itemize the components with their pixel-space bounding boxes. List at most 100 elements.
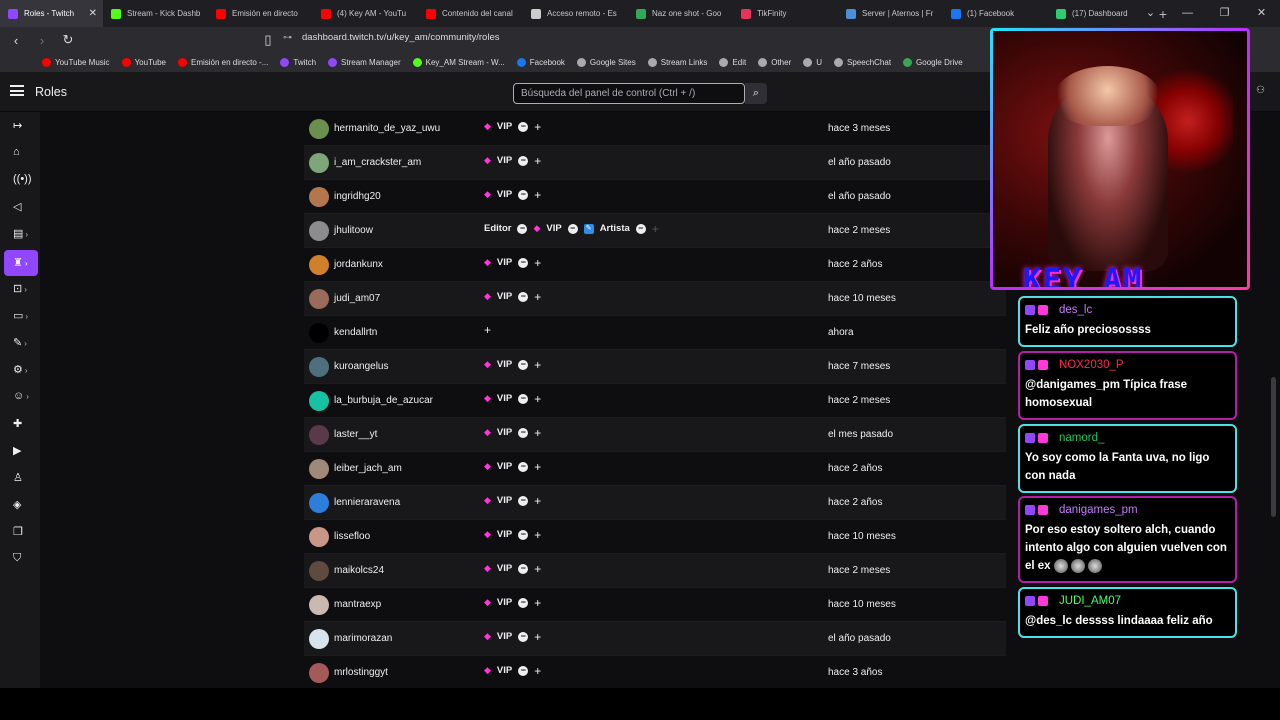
username[interactable]: marimorazan — [334, 633, 392, 644]
avatar[interactable] — [309, 425, 329, 445]
username[interactable]: la_burbuja_de_azucar — [334, 395, 433, 406]
username[interactable]: jordankunx — [334, 259, 383, 270]
avatar[interactable] — [309, 221, 329, 241]
username[interactable]: laster__yt — [334, 429, 377, 440]
remove-role-icon[interactable]: − — [518, 563, 529, 574]
username[interactable]: jhulitoow — [334, 225, 373, 236]
bookmark-item[interactable]: U — [799, 58, 826, 67]
username[interactable]: mantraexp — [334, 599, 381, 610]
browser-tab[interactable]: Roles - Twitch ✕ — [0, 0, 103, 27]
bookmark-item[interactable]: SpeechChat — [830, 58, 895, 67]
bookmark-item[interactable]: Other — [754, 58, 795, 67]
username[interactable]: lissefloo — [334, 531, 370, 542]
scrollbar[interactable] — [1268, 112, 1280, 688]
username[interactable]: hermanito_de_yaz_uwu — [334, 123, 440, 134]
remove-role-icon[interactable]: − — [567, 223, 578, 234]
add-role-icon[interactable]: + — [534, 155, 541, 167]
add-user-icon[interactable]: ✚ — [13, 417, 29, 433]
scrollbar-thumb[interactable] — [1271, 377, 1276, 517]
analytics-icon[interactable]: ▤ › — [13, 227, 29, 243]
extensions-icon[interactable]: ◈ — [13, 498, 29, 514]
shield-icon[interactable]: ⛉ — [13, 552, 29, 568]
add-role-icon[interactable]: + — [534, 393, 541, 405]
megaphone-icon[interactable]: ◁ — [13, 200, 29, 216]
extension-icon[interactable]: ⚇ — [1256, 85, 1270, 99]
username[interactable]: judi_am07 — [334, 293, 380, 304]
camera-icon[interactable]: ▶ — [13, 444, 29, 460]
bookmark-item[interactable]: Edit — [715, 58, 750, 67]
avatar[interactable] — [309, 459, 329, 479]
avatar[interactable] — [309, 391, 329, 411]
browser-tab[interactable]: Emisión en directo — [208, 0, 313, 27]
remove-role-icon[interactable]: − — [518, 257, 529, 268]
username[interactable]: mrlostinggyt — [334, 667, 388, 678]
avatar[interactable] — [309, 255, 329, 275]
bookmark-item[interactable]: YouTube Music — [38, 58, 114, 67]
dashboard-search-input[interactable]: Búsqueda del panel de control (Ctrl + /) — [513, 83, 745, 104]
avatar[interactable] — [309, 289, 329, 309]
bookmark-item[interactable]: Stream Links — [644, 58, 712, 67]
site-info-icon[interactable]: ⊶ — [283, 32, 292, 43]
browser-tab[interactable]: Server | Aternos | Fr — [838, 0, 943, 27]
remove-role-icon[interactable]: − — [518, 495, 529, 506]
avatar[interactable] — [309, 153, 329, 173]
content-icon[interactable]: ⊡ › — [13, 282, 29, 298]
remove-role-icon[interactable]: − — [518, 121, 529, 132]
add-role-icon[interactable]: + — [534, 427, 541, 439]
add-role-icon[interactable]: + — [534, 529, 541, 541]
settings-icon[interactable]: ⚙ › — [13, 363, 29, 379]
bookmark-item[interactable]: Key_AM Stream - W... — [409, 58, 509, 67]
bookmark-page-icon[interactable]: ▯ — [258, 32, 278, 48]
tools-icon[interactable]: ✎ › — [13, 336, 29, 352]
search-icon[interactable]: ⌕ — [745, 83, 767, 104]
bookmark-item[interactable]: YouTube — [118, 58, 170, 67]
remove-role-icon[interactable]: − — [635, 223, 646, 234]
home-icon[interactable]: ⌂ — [13, 146, 29, 162]
avatar[interactable] — [309, 527, 329, 547]
browser-tab[interactable]: TikFinity — [733, 0, 838, 27]
add-role-icon[interactable]: + — [534, 631, 541, 643]
username[interactable]: kendallrtn — [334, 327, 377, 338]
remove-role-icon[interactable]: − — [518, 155, 529, 166]
username[interactable]: lennieraravena — [334, 497, 400, 508]
add-role-icon[interactable]: + — [534, 665, 541, 677]
remove-role-icon[interactable]: − — [518, 427, 529, 438]
remove-role-icon[interactable]: − — [517, 223, 528, 234]
avatar[interactable] — [309, 595, 329, 615]
username[interactable]: i_am_crackster_am — [334, 157, 421, 168]
avatar[interactable] — [309, 119, 329, 139]
community-icon[interactable]: ♜ › — [4, 250, 38, 276]
forward-icon[interactable]: › — [32, 33, 52, 48]
avatar[interactable] — [309, 323, 329, 343]
hamburger-menu-icon[interactable] — [10, 85, 24, 96]
add-role-icon[interactable]: + — [534, 461, 541, 473]
avatar[interactable] — [309, 561, 329, 581]
username[interactable]: maikolcs24 — [334, 565, 384, 576]
stream-icon[interactable]: ((•)) — [13, 173, 32, 189]
avatar[interactable] — [309, 357, 329, 377]
close-window-icon[interactable]: ✕ — [1243, 0, 1280, 27]
back-icon[interactable]: ‹ — [6, 33, 26, 48]
browser-tab[interactable]: Contenido del canal — [418, 0, 523, 27]
remove-role-icon[interactable]: − — [518, 665, 529, 676]
remove-role-icon[interactable]: − — [518, 189, 529, 200]
browser-tab[interactable]: Naz one shot - Goo — [628, 0, 733, 27]
bookmark-item[interactable]: Google Drive — [899, 58, 967, 67]
bookmark-item[interactable]: Google Sites — [573, 58, 640, 67]
add-role-icon[interactable]: + — [534, 359, 541, 371]
avatar[interactable] — [309, 629, 329, 649]
reload-icon[interactable]: ↻ — [58, 32, 78, 48]
tab-search-icon[interactable]: ⌄ — [1132, 0, 1169, 27]
username[interactable]: ingridhg20 — [334, 191, 381, 202]
remove-role-icon[interactable]: − — [518, 597, 529, 608]
add-role-icon[interactable]: + — [534, 597, 541, 609]
add-role-icon[interactable]: + — [652, 223, 659, 235]
bookmark-item[interactable]: Emisión en directo -... — [174, 58, 272, 67]
browser-tab[interactable]: (4) Key AM - YouTu — [313, 0, 418, 27]
add-role-icon[interactable]: + — [484, 324, 491, 336]
book-icon[interactable]: ❐ — [13, 525, 29, 541]
username[interactable]: leiber_jach_am — [334, 463, 402, 474]
bookmark-item[interactable]: Stream Manager — [324, 58, 405, 67]
minimize-icon[interactable]: — — [1169, 0, 1206, 27]
browser-tab[interactable]: Stream - Kick Dashb — [103, 0, 208, 27]
